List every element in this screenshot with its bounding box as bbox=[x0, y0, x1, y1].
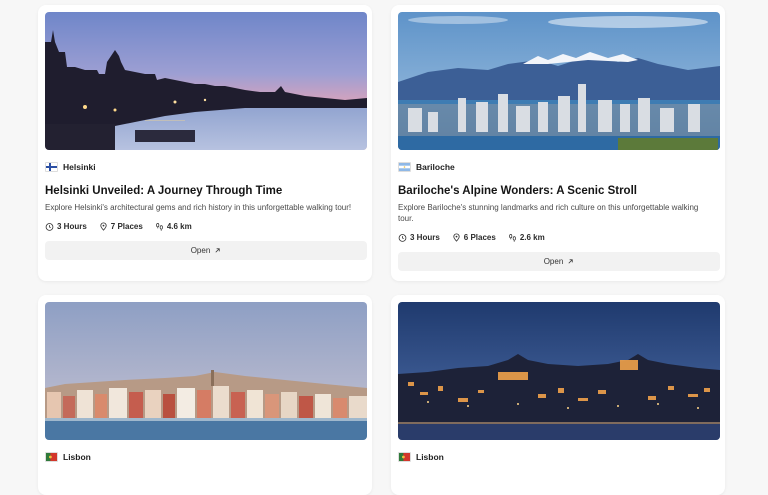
tour-card-lisbon-night[interactable]: Lisbon bbox=[391, 295, 725, 495]
city-label: Helsinki bbox=[63, 162, 96, 172]
duration-stat: 3 Hours bbox=[398, 233, 440, 242]
footprints-icon bbox=[508, 233, 516, 242]
city-badge: Lisbon bbox=[398, 449, 444, 465]
tour-stats: 3 Hours 7 Places 4.6 km bbox=[45, 222, 192, 231]
clock-icon bbox=[398, 234, 407, 242]
tour-card-bariloche[interactable]: Bariloche Bariloche's Alpine Wonders: A … bbox=[391, 5, 725, 281]
tour-description: Explore Helsinki's architectural gems an… bbox=[45, 203, 352, 212]
city-label: Bariloche bbox=[416, 162, 455, 172]
duration-stat: 3 Hours bbox=[45, 222, 87, 231]
tour-card-grid: Helsinki Helsinki Unveiled: A Journey Th… bbox=[0, 0, 768, 495]
tour-card-lisbon-day[interactable]: Lisbon bbox=[38, 295, 372, 495]
open-button[interactable]: Open bbox=[398, 252, 720, 271]
tour-stats: 3 Hours 6 Places 2.6 km bbox=[398, 233, 545, 242]
distance-stat: 2.6 km bbox=[508, 233, 545, 242]
map-pin-icon bbox=[100, 222, 107, 231]
distance-stat: 4.6 km bbox=[155, 222, 192, 231]
city-badge: Bariloche bbox=[398, 159, 455, 175]
tour-title[interactable]: Helsinki Unveiled: A Journey Through Tim… bbox=[45, 185, 362, 197]
clock-icon bbox=[45, 223, 54, 231]
portugal-flag-icon bbox=[45, 452, 58, 462]
portugal-flag-icon bbox=[398, 452, 411, 462]
tour-image-lisbon-day[interactable] bbox=[45, 302, 367, 440]
city-label: Lisbon bbox=[416, 452, 444, 462]
arrow-up-right-icon bbox=[568, 259, 573, 264]
places-stat: 6 Places bbox=[452, 233, 496, 242]
open-button[interactable]: Open bbox=[45, 241, 367, 260]
city-badge: Lisbon bbox=[45, 449, 91, 465]
footprints-icon bbox=[155, 222, 163, 231]
tour-description: Explore Bariloche's stunning landmarks a… bbox=[398, 203, 699, 223]
city-label: Lisbon bbox=[63, 452, 91, 462]
city-badge: Helsinki bbox=[45, 159, 96, 175]
tour-image-bariloche[interactable] bbox=[398, 12, 720, 150]
finland-flag-icon bbox=[45, 162, 58, 172]
arrow-up-right-icon bbox=[215, 248, 220, 253]
argentina-flag-icon bbox=[398, 162, 411, 172]
map-pin-icon bbox=[453, 233, 460, 242]
tour-card-helsinki[interactable]: Helsinki Helsinki Unveiled: A Journey Th… bbox=[38, 5, 372, 281]
tour-title[interactable]: Bariloche's Alpine Wonders: A Scenic Str… bbox=[398, 185, 715, 197]
tour-image-helsinki[interactable] bbox=[45, 12, 367, 150]
places-stat: 7 Places bbox=[99, 222, 143, 231]
tour-image-lisbon-night[interactable] bbox=[398, 302, 720, 440]
